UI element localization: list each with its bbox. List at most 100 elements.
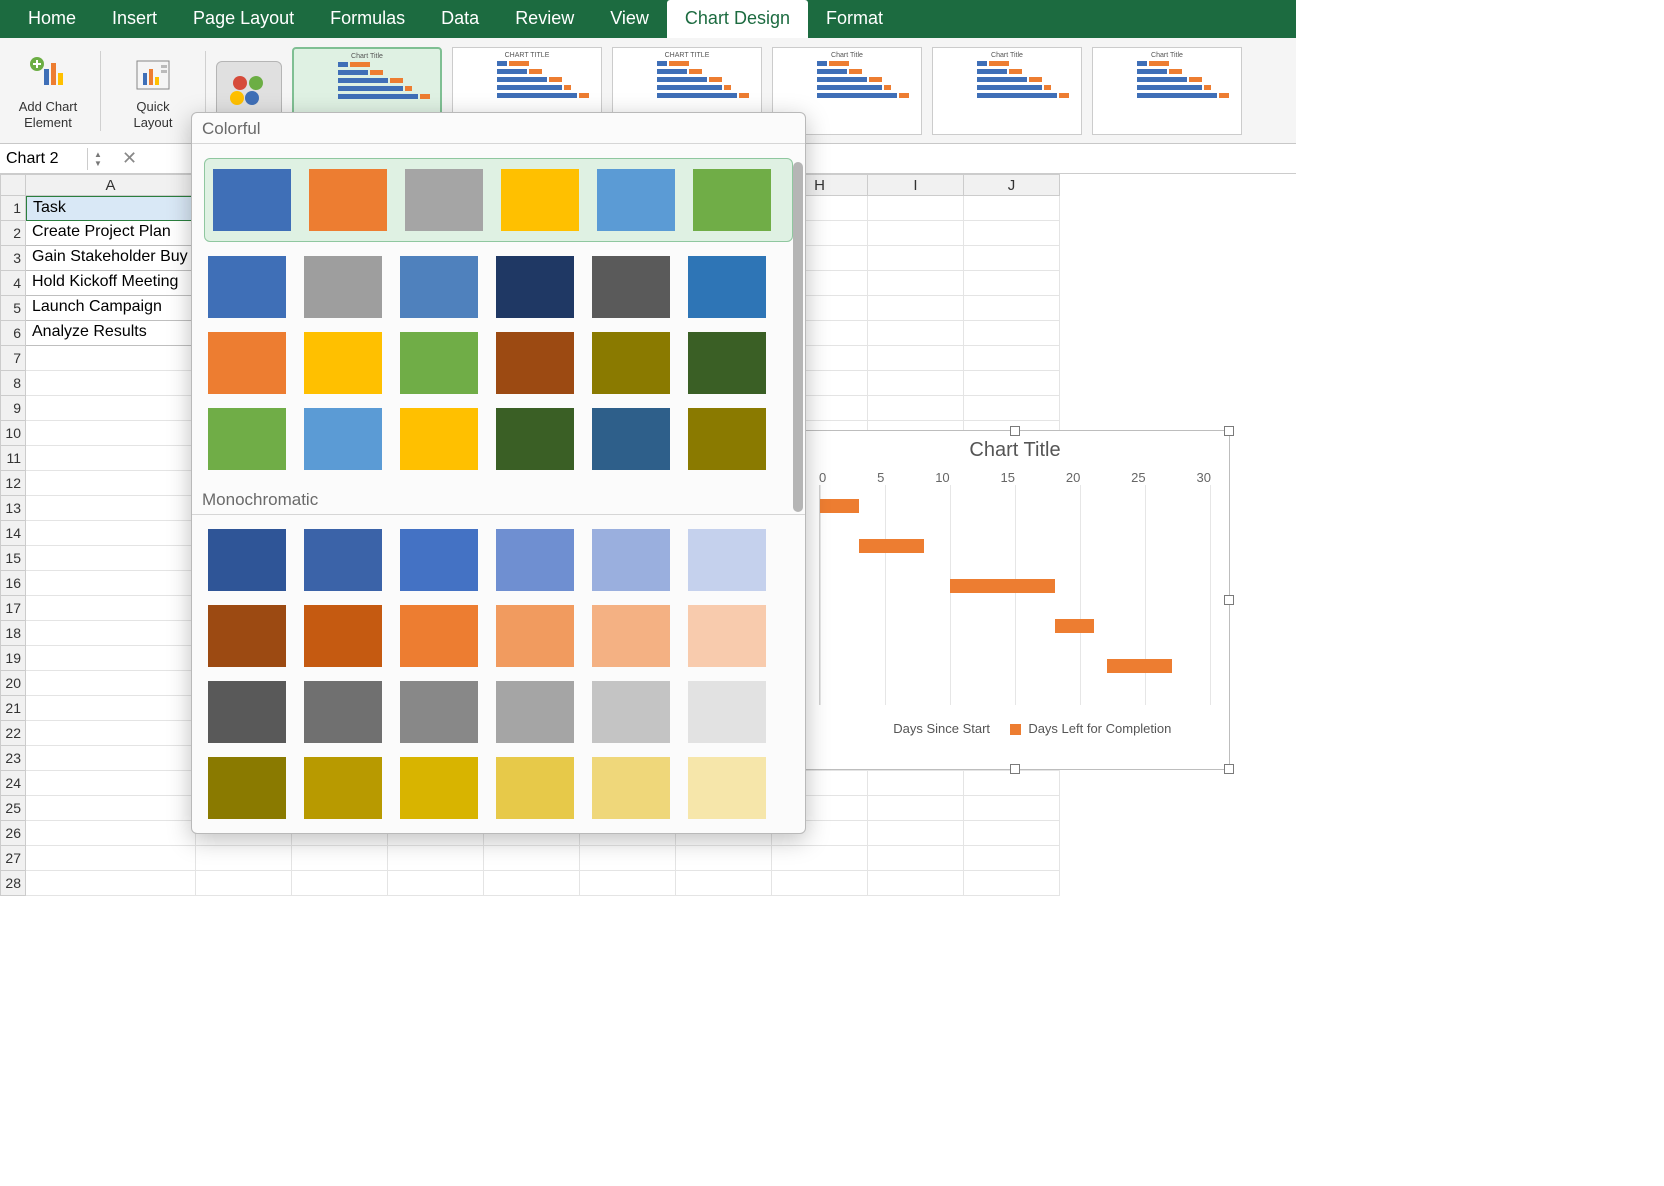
cell[interactable]: Launch Campaign [26,296,196,321]
cell[interactable] [580,871,676,896]
cell[interactable] [26,671,196,696]
color-scheme-option[interactable] [208,332,789,394]
resize-handle[interactable] [1224,764,1234,774]
ribbon-tab-page-layout[interactable]: Page Layout [175,0,312,38]
cell[interactable] [964,396,1060,421]
chart-bar-segment[interactable] [950,579,1054,593]
embedded-chart[interactable]: Chart Title 051015202530 Days Since Star… [800,430,1230,770]
cell[interactable] [26,621,196,646]
cell[interactable] [26,571,196,596]
cancel-icon[interactable]: ✕ [108,148,151,169]
cell[interactable] [676,871,772,896]
row-header[interactable]: 14 [0,521,26,546]
cell[interactable] [868,396,964,421]
chart-bar-segment[interactable] [1107,659,1172,673]
cell[interactable]: Hold Kickoff Meeting [26,271,196,296]
chart-style-thumb[interactable]: Chart Title [932,47,1082,135]
row-header[interactable]: 11 [0,446,26,471]
cell[interactable] [26,546,196,571]
row-header[interactable]: 18 [0,621,26,646]
cell[interactable] [26,846,196,871]
color-scheme-option[interactable] [208,408,789,470]
row-header[interactable]: 8 [0,371,26,396]
row-header[interactable]: 4 [0,271,26,296]
cell[interactable] [868,871,964,896]
chart-style-thumb[interactable]: Chart Title [1092,47,1242,135]
cell[interactable] [868,821,964,846]
ribbon-tab-data[interactable]: Data [423,0,497,38]
color-scheme-option[interactable] [208,681,789,743]
cell[interactable] [964,846,1060,871]
cell[interactable]: Analyze Results [26,321,196,346]
row-header[interactable]: 13 [0,496,26,521]
ribbon-tab-home[interactable]: Home [10,0,94,38]
row-header[interactable]: 12 [0,471,26,496]
row-header[interactable]: 25 [0,796,26,821]
cell[interactable] [26,471,196,496]
row-header[interactable]: 3 [0,246,26,271]
row-header[interactable]: 26 [0,821,26,846]
color-scheme-option[interactable] [204,158,793,242]
ribbon-tab-formulas[interactable]: Formulas [312,0,423,38]
cell[interactable] [26,871,196,896]
cell[interactable] [26,346,196,371]
cell[interactable] [868,246,964,271]
row-header[interactable]: 15 [0,546,26,571]
chart-plot-area[interactable] [819,485,1211,705]
cell[interactable] [388,846,484,871]
row-header[interactable]: 28 [0,871,26,896]
cell[interactable]: Task [26,196,196,221]
cell[interactable] [964,196,1060,221]
cell[interactable] [964,821,1060,846]
row-header[interactable]: 16 [0,571,26,596]
cell[interactable] [868,271,964,296]
color-scheme-option[interactable] [208,256,789,318]
column-header[interactable]: I [868,174,964,196]
cell[interactable] [26,721,196,746]
column-header[interactable]: J [964,174,1060,196]
color-scheme-option[interactable] [208,529,789,591]
cell[interactable] [964,771,1060,796]
cell[interactable] [964,871,1060,896]
cell[interactable] [26,446,196,471]
chart-bar-segment[interactable] [1055,619,1094,633]
cell[interactable]: Gain Stakeholder Buy [26,246,196,271]
cell[interactable] [26,771,196,796]
chart-legend[interactable]: Days Since Start Days Left for Completio… [801,705,1229,736]
row-header[interactable]: 24 [0,771,26,796]
resize-handle[interactable] [1224,595,1234,605]
ribbon-tab-format[interactable]: Format [808,0,901,38]
ribbon-tab-view[interactable]: View [592,0,667,38]
chart-bar-segment[interactable] [820,499,859,513]
cell[interactable] [580,846,676,871]
row-header[interactable]: 22 [0,721,26,746]
cell[interactable] [292,846,388,871]
cell[interactable] [676,846,772,871]
select-all-corner[interactable] [0,174,26,196]
cell[interactable] [26,371,196,396]
row-header[interactable]: 17 [0,596,26,621]
cell[interactable] [26,646,196,671]
cell[interactable] [772,871,868,896]
chart-title[interactable]: Chart Title [801,431,1229,466]
cell[interactable] [26,746,196,771]
cell[interactable] [26,821,196,846]
cell[interactable] [868,321,964,346]
row-header[interactable]: 9 [0,396,26,421]
cell[interactable] [868,196,964,221]
column-header[interactable]: A [26,174,196,196]
dropdown-scrollbar-thumb[interactable] [793,162,803,512]
cell[interactable] [868,846,964,871]
row-header[interactable]: 19 [0,646,26,671]
row-header[interactable]: 27 [0,846,26,871]
cell[interactable] [484,871,580,896]
cell[interactable] [484,846,580,871]
row-header[interactable]: 6 [0,321,26,346]
cell[interactable] [868,346,964,371]
cell[interactable] [868,796,964,821]
cell[interactable] [868,296,964,321]
cell[interactable] [26,596,196,621]
ribbon-tab-insert[interactable]: Insert [94,0,175,38]
cell[interactable] [26,696,196,721]
cell[interactable] [196,871,292,896]
